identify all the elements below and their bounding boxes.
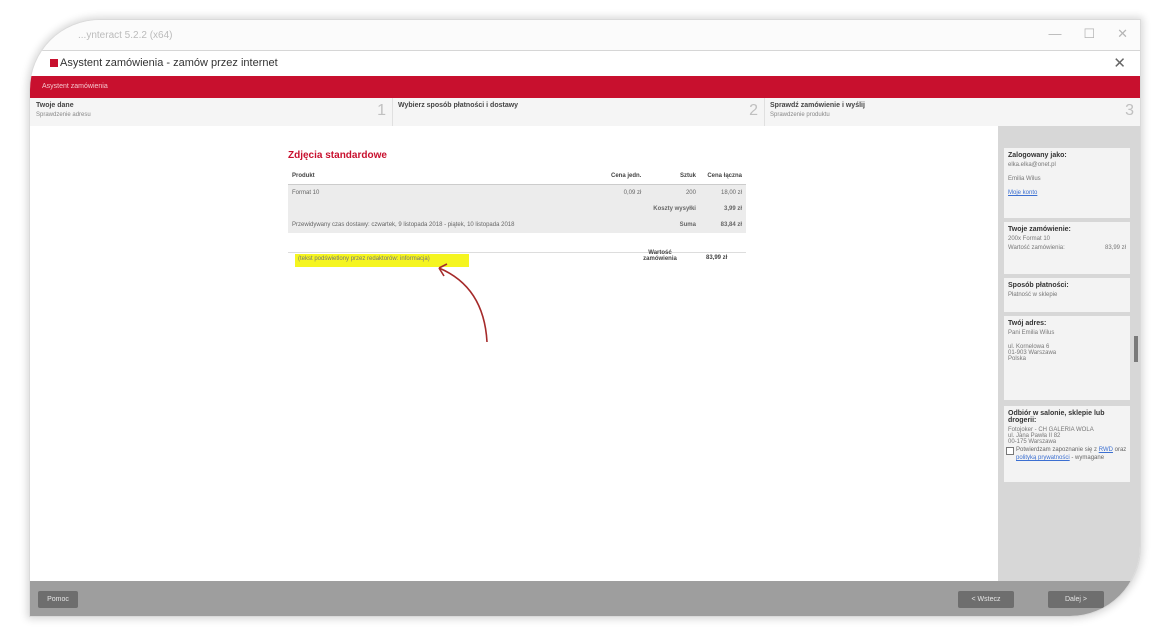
step-1[interactable]: Twoje dane Sprawdzenie adresu 1: [30, 98, 393, 126]
sum-row: Przewidywany czas dostawy: czwartek, 9 l…: [288, 217, 746, 233]
minimize-icon[interactable]: —: [1048, 26, 1061, 42]
shipping-value: 3,99 zł: [699, 201, 746, 217]
column-header: Sztuk: [645, 168, 700, 185]
order-value: 83,99 zł: [706, 255, 728, 261]
order-value: 83,99 zł: [1104, 245, 1126, 251]
card-title: Odbiór w salonie, sklepie lub drogerii:: [1008, 410, 1105, 424]
close-icon[interactable]: ✕: [1113, 54, 1126, 72]
pickup-line: 00-175 Warszawa: [1008, 439, 1057, 445]
card-title: Sposób płatności:: [1008, 282, 1069, 289]
payment-card: Sposób płatności: Płatność w sklepie: [1004, 278, 1130, 312]
your-order-card: Twoje zamówienie: 200x Format 10 Wartość…: [1004, 222, 1130, 274]
user-name: Emilia Wilus: [1008, 176, 1041, 182]
consent-text-post: - wymagane: [1071, 455, 1105, 461]
order-item: 200x Format 10: [1008, 236, 1051, 242]
window-controls: — ☐ ✕: [1048, 26, 1128, 42]
step-number: 2: [749, 102, 758, 119]
card-title: Zalogowany jako:: [1008, 152, 1067, 159]
qty-cell: 200: [645, 184, 700, 201]
step-number: 1: [377, 102, 386, 119]
order-summary-panel: Zdjęcia standardowe Produkt Cena jedn. S…: [30, 126, 998, 581]
window-title: ...ynteract 5.2.2 (x64): [78, 30, 173, 41]
sum-label: Suma: [645, 217, 700, 233]
sidebar: Zalogowany jako: elka.elka@onet.pl Emili…: [998, 126, 1140, 581]
consent-text: Potwierdzam zapoznanie się z RWD oraz po…: [1016, 446, 1132, 462]
app-window: ...ynteract 5.2.2 (x64) — ☐ ✕ Asystent z…: [30, 20, 1140, 616]
consent-area: Potwierdzam zapoznanie się z RWD oraz po…: [1006, 446, 1132, 462]
my-account-link[interactable]: Moje konto: [1008, 190, 1126, 196]
order-table: Produkt Cena jedn. Sztuk Cena łączna For…: [288, 168, 746, 233]
card-title: Twój adres:: [1008, 320, 1047, 327]
step-2[interactable]: Wybierz sposób płatności i dostawy 2: [392, 98, 765, 126]
step-title: Sprawdź zamówienie i wyślij: [770, 102, 865, 109]
order-value-label: Wartość zamówienia: [643, 250, 677, 262]
dialog-title: Asystent zamówienia - zamów przez intern…: [60, 57, 278, 69]
order-value-row: Wartość zamówienia: 83,99 zł: [1008, 245, 1126, 251]
total-cell: 18,00 zł: [699, 184, 746, 201]
next-button[interactable]: Dalej >: [1048, 591, 1104, 608]
section-header-bar: Asystent zamówienia: [30, 76, 1140, 98]
section-header-label: Asystent zamówienia: [42, 83, 108, 90]
shipping-row: Koszty wysyłki 3,99 zł: [288, 201, 746, 217]
column-header: Cena łączna: [699, 168, 746, 185]
payment-method: Płatność w sklepie: [1008, 292, 1058, 298]
annotation-arrow-icon: [438, 263, 488, 343]
maximize-icon[interactable]: ☐: [1083, 26, 1095, 42]
consent-text-pre: Potwierdzam zapoznanie się z: [1016, 447, 1098, 453]
privacy-policy-link[interactable]: polityką prywatności: [1016, 455, 1070, 461]
user-email: elka.elka@onet.pl: [1008, 162, 1056, 168]
step-number: 3: [1125, 102, 1134, 119]
window-titlebar: ...ynteract 5.2.2 (x64) — ☐ ✕: [30, 20, 1140, 50]
wizard-steps: Twoje dane Sprawdzenie adresu 1 Wybierz …: [30, 98, 1140, 127]
step-subtitle: Sprawdzenie adresu: [36, 112, 91, 118]
back-button[interactable]: < Wstecz: [958, 591, 1014, 608]
shipping-label: Koszty wysyłki: [645, 201, 700, 217]
app-logo-icon: [50, 59, 58, 67]
consent-text-mid: oraz: [1114, 447, 1127, 453]
table-row: Format 10 0,09 zł 200 18,00 zł: [288, 184, 746, 201]
footer-bar: Pomoc < Wstecz Dalej >: [30, 581, 1140, 616]
sum-value: 83,84 zł: [699, 217, 746, 233]
product-cell: Format 10: [288, 184, 527, 201]
unit-price-cell: 0,09 zł: [526, 184, 646, 201]
scrollbar-thumb[interactable]: [1134, 336, 1138, 362]
step-3[interactable]: Sprawdź zamówienie i wyślij Sprawdzenie …: [764, 98, 1140, 126]
close-window-icon[interactable]: ✕: [1117, 26, 1128, 42]
step-subtitle: Sprawdzenie produktu: [770, 112, 830, 118]
pickup-card: Odbiór w salonie, sklepie lub drogerii: …: [1004, 406, 1130, 482]
delivery-text: Przewidywany czas dostawy: czwartek, 9 l…: [288, 217, 646, 233]
column-header: Cena jedn.: [526, 168, 646, 185]
step-title: Twoje dane: [36, 102, 74, 109]
column-header: Produkt: [288, 168, 527, 185]
section-title: Zdjęcia standardowe: [288, 150, 387, 161]
address-name: Pani Emilia Wilus: [1008, 330, 1055, 336]
consent-checkbox[interactable]: [1006, 447, 1014, 455]
table-header-row: Produkt Cena jedn. Sztuk Cena łączna: [288, 168, 746, 185]
card-title: Twoje zamówienie:: [1008, 226, 1071, 233]
order-value-label: Wartość zamówienia:: [1008, 245, 1065, 251]
rwd-link[interactable]: RWD: [1099, 447, 1113, 453]
step-title: Wybierz sposób płatności i dostawy: [398, 102, 519, 109]
help-button[interactable]: Pomoc: [38, 591, 78, 608]
address-country: Polska: [1008, 356, 1027, 362]
logged-in-card: Zalogowany jako: elka.elka@onet.pl Emili…: [1004, 148, 1130, 218]
dialog-titlebar: Asystent zamówienia - zamów przez intern…: [30, 50, 1140, 78]
address-card: Twój adres: Pani Emilia Wilus ul. Kornel…: [1004, 316, 1130, 400]
